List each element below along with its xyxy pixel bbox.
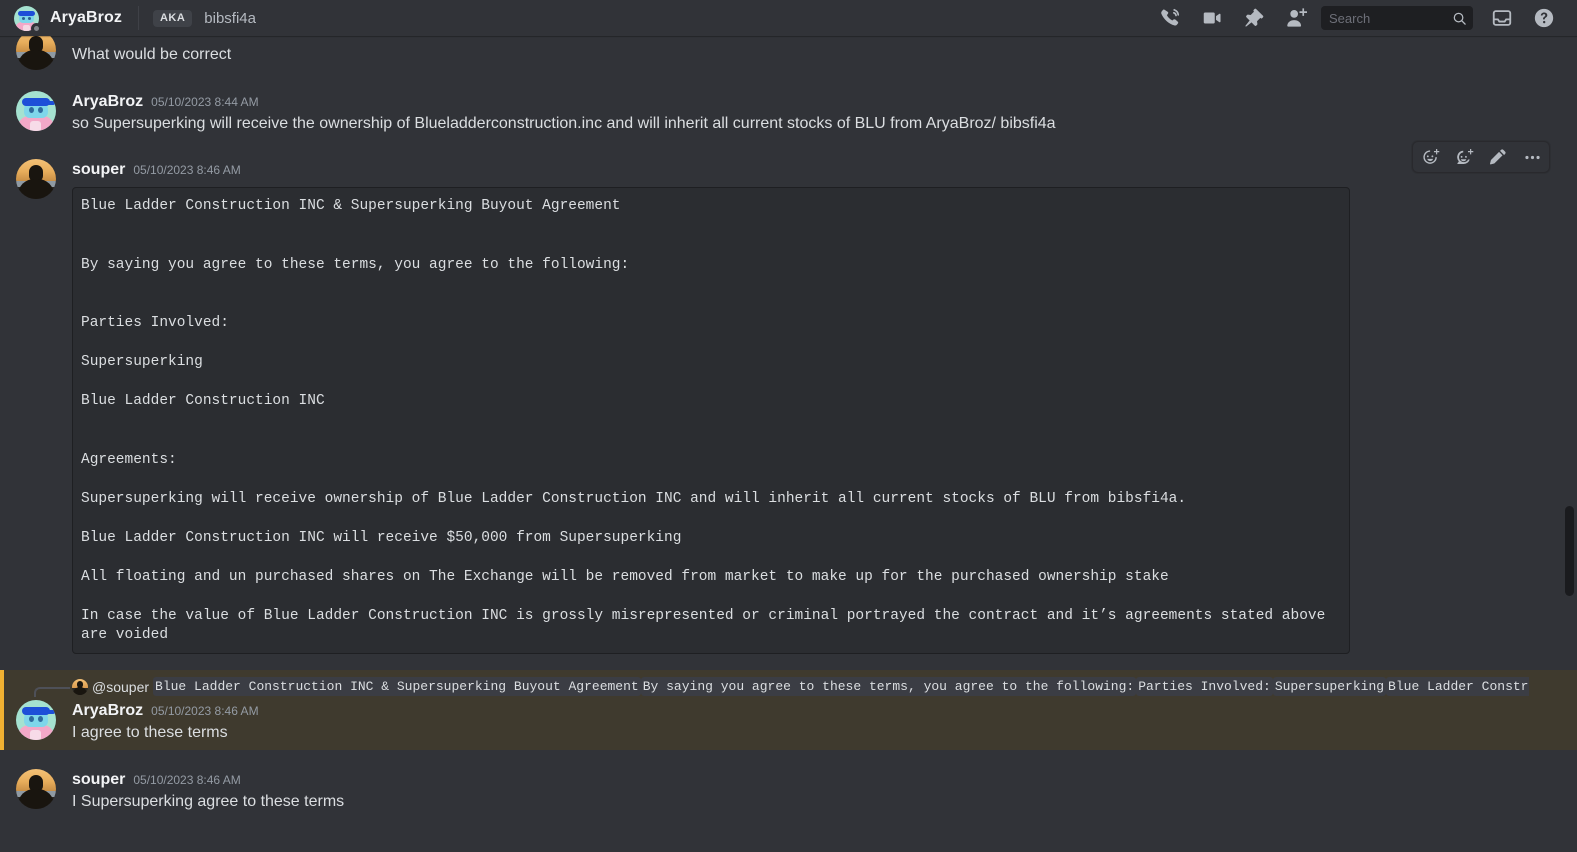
avatar[interactable] bbox=[16, 91, 56, 131]
code-block: Blue Ladder Construction INC & Supersupe… bbox=[72, 187, 1350, 654]
status-indicator-offline bbox=[31, 23, 42, 34]
reply-snippet: Blue Ladder Construc bbox=[1386, 677, 1529, 696]
message-text: I Supersuperking agree to these terms bbox=[72, 792, 345, 810]
scrollbar-thumb[interactable] bbox=[1565, 506, 1574, 596]
reply-preview: Blue Ladder Construction INC & Supersupe… bbox=[153, 677, 1529, 696]
reply-avatar bbox=[72, 678, 88, 695]
message-text: so Supersuperking will receive the owner… bbox=[72, 115, 1056, 132]
search-icon bbox=[1452, 11, 1467, 26]
more-icon[interactable] bbox=[1515, 142, 1549, 172]
add-reaction-icon[interactable] bbox=[1413, 142, 1447, 172]
message-author[interactable]: AryaBroz bbox=[72, 700, 143, 722]
message-timestamp: 05/10/2023 8:46 AM bbox=[133, 163, 241, 177]
search-input[interactable]: Search bbox=[1321, 6, 1473, 30]
help-icon[interactable] bbox=[1523, 2, 1565, 34]
add-super-reaction-icon[interactable] bbox=[1447, 142, 1481, 172]
message-text: I agree to these terms bbox=[72, 723, 228, 741]
inbox-icon[interactable] bbox=[1481, 2, 1523, 34]
message-action-toolbar bbox=[1412, 141, 1550, 173]
dm-header-username[interactable]: AryaBroz bbox=[50, 9, 122, 27]
code-block-content: Blue Ladder Construction INC & Supersupe… bbox=[81, 198, 1326, 643]
avatar[interactable] bbox=[16, 36, 56, 70]
reply-reference[interactable]: @souper Blue Ladder Construction INC & S… bbox=[0, 676, 1529, 698]
reply-snippet: Supersuperking bbox=[1272, 677, 1387, 696]
avatar[interactable] bbox=[16, 699, 56, 740]
message-list[interactable]: What would be correct AryaBroz 05/10/202… bbox=[0, 36, 1577, 852]
reply-snippet: Blue Ladder Construction INC & Supersupe… bbox=[153, 677, 641, 696]
scrollbar-track[interactable] bbox=[1561, 36, 1577, 852]
pinned-messages-icon[interactable] bbox=[1233, 2, 1275, 34]
message-timestamp: 05/10/2023 8:46 AM bbox=[133, 772, 241, 787]
message-timestamp: 05/10/2023 8:46 AM bbox=[151, 703, 259, 718]
message-author[interactable]: souper bbox=[72, 769, 125, 791]
call-icon[interactable] bbox=[1149, 2, 1191, 34]
message-item-mentioned: @souper Blue Ladder Construction INC & S… bbox=[0, 669, 1577, 750]
discord-dm-window: AryaBroz AKA bibsfi4a Search What would … bbox=[0, 0, 1577, 852]
message-item-hovered: souper 05/10/2023 8:46 AM Blue Ladder Co… bbox=[0, 141, 1577, 656]
header-divider bbox=[137, 6, 139, 30]
message-timestamp: 05/10/2023 8:44 AM bbox=[151, 95, 259, 109]
avatar[interactable] bbox=[16, 159, 56, 199]
reply-connector bbox=[34, 686, 70, 697]
top-bar: AryaBroz AKA bibsfi4a Search bbox=[0, 0, 1577, 36]
reply-username[interactable]: @souper bbox=[92, 679, 149, 695]
reply-snippet: Parties Involved: bbox=[1136, 677, 1273, 696]
add-friend-icon[interactable] bbox=[1275, 2, 1317, 34]
reply-snippet: By saying you agree to these terms, you … bbox=[640, 677, 1137, 696]
message-text: What would be correct bbox=[72, 46, 232, 63]
message-item: AryaBroz 05/10/2023 8:44 AM so Supersupe… bbox=[0, 89, 1577, 137]
message-item: What would be correct bbox=[0, 36, 1577, 72]
video-call-icon[interactable] bbox=[1191, 2, 1233, 34]
message-author[interactable]: souper bbox=[72, 159, 125, 181]
aka-badge: AKA bbox=[152, 9, 193, 27]
avatar[interactable] bbox=[16, 768, 56, 809]
message-item: souper 05/10/2023 8:46 AM I Supersuperki… bbox=[0, 767, 1577, 815]
aka-username: bibsfi4a bbox=[204, 9, 256, 27]
top-bar-actions: Search bbox=[1149, 2, 1565, 34]
message-author[interactable]: AryaBroz bbox=[72, 91, 143, 113]
edit-icon[interactable] bbox=[1481, 142, 1515, 172]
search-placeholder: Search bbox=[1329, 10, 1371, 26]
